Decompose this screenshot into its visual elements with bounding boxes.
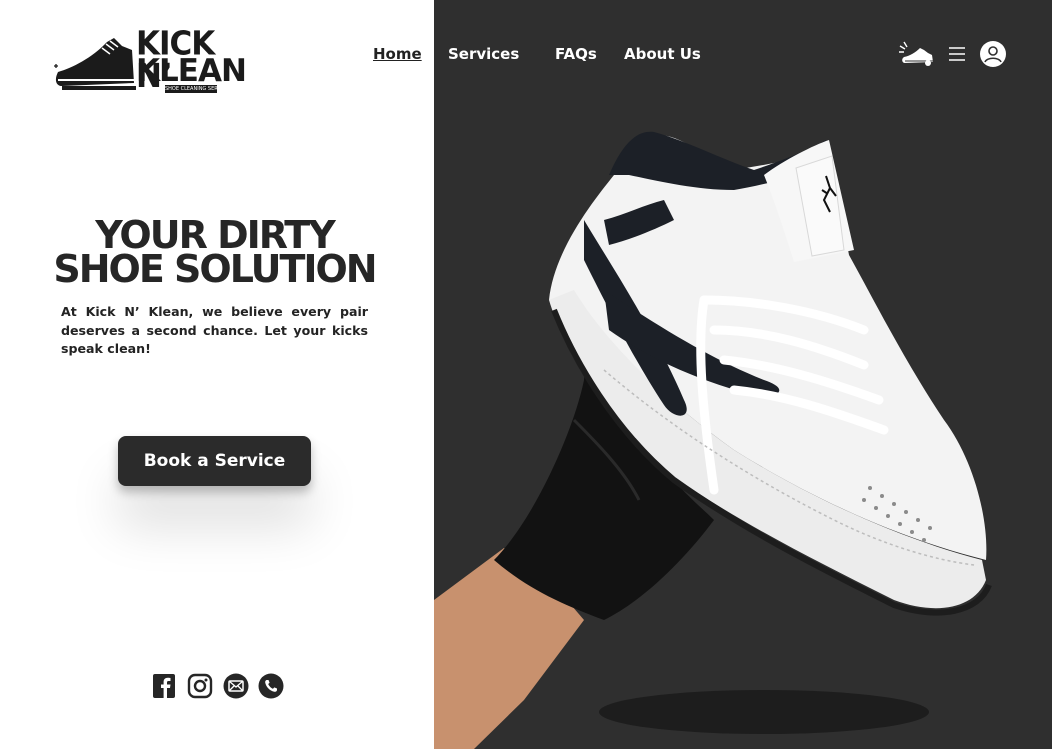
sneaker-hero-image xyxy=(434,131,992,749)
phone-icon[interactable] xyxy=(258,673,284,699)
shoe-cleaning-icon[interactable] xyxy=(898,40,936,68)
left-pane xyxy=(0,0,434,749)
book-service-button[interactable]: Book a Service xyxy=(118,436,311,486)
hero-title-line2: SHOE SOLUTION xyxy=(53,247,377,291)
nav-home[interactable]: Home xyxy=(373,45,422,63)
user-avatar-icon[interactable] xyxy=(979,40,1007,68)
nav-services[interactable]: Services xyxy=(448,45,519,63)
sneaker-logo-icon xyxy=(54,38,136,90)
logo-tagline: SHOE CLEANING SERVICES xyxy=(165,85,217,93)
hamburger-menu-icon[interactable] xyxy=(946,40,968,68)
facebook-icon[interactable] xyxy=(152,673,176,699)
hero-image-panel xyxy=(434,0,1055,749)
instagram-icon[interactable] xyxy=(187,673,213,699)
nav-about-us[interactable]: About Us xyxy=(624,45,701,63)
hero-title: YOUR DIRTY SHOE SOLUTION xyxy=(52,216,377,291)
nav-faqs[interactable]: FAQs xyxy=(555,45,597,63)
hero-description: At Kick N’ Klean, we believe every pair … xyxy=(61,304,368,356)
logo-text-line2: KLEAN xyxy=(136,53,247,89)
email-icon[interactable] xyxy=(223,673,249,699)
brand-logo[interactable]: KICK N’ KLEAN SHOE CLEANING SERVICES xyxy=(52,28,247,96)
